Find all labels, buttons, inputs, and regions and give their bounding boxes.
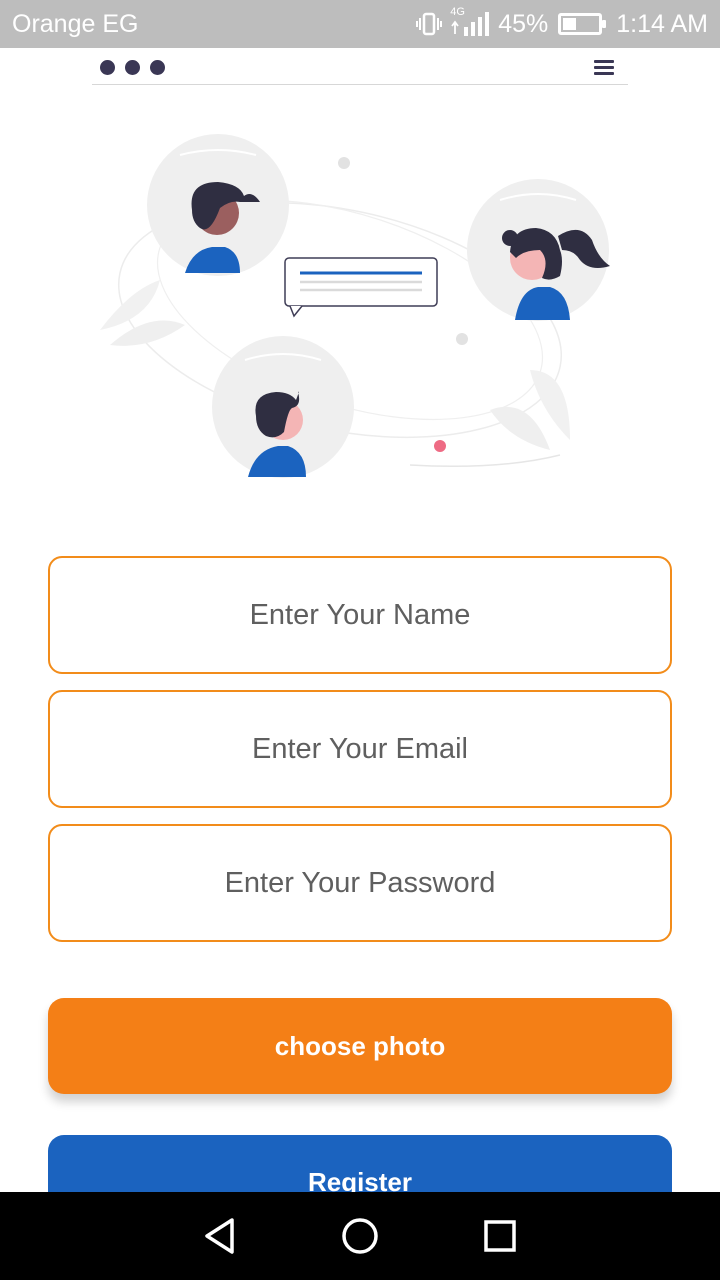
home-circle-icon[interactable] [330, 1206, 390, 1266]
email-field[interactable] [50, 732, 670, 766]
password-field[interactable] [50, 866, 670, 900]
recents-square-icon[interactable] [470, 1206, 530, 1266]
menu-line [594, 72, 614, 75]
password-field-container [48, 824, 672, 942]
dot [150, 60, 165, 75]
signal-icon: 4G [450, 6, 490, 38]
carrier-name: Orange EG [12, 9, 139, 38]
menu-line [594, 66, 614, 69]
name-field[interactable] [50, 598, 670, 632]
hamburger-menu-icon[interactable] [594, 60, 614, 76]
network-type: 4G [450, 6, 465, 18]
email-field-container [48, 690, 672, 808]
system-nav-bar [0, 1192, 720, 1280]
status-right: 4G 45% 1:14 AM [416, 6, 708, 39]
dot [125, 60, 140, 75]
choose-photo-button[interactable]: choose photo [48, 998, 672, 1094]
three-dots-icon[interactable] [100, 60, 165, 75]
menu-line [594, 60, 614, 63]
status-bar: Orange EG 4G 45% 1:14 AM [0, 0, 720, 48]
back-triangle-icon[interactable] [190, 1206, 250, 1266]
battery-percent: 45% [498, 9, 549, 38]
app-header [92, 48, 628, 85]
vibrate-icon [416, 12, 443, 36]
clock: 1:14 AM [616, 9, 708, 38]
name-field-container [48, 556, 672, 674]
battery-level [563, 18, 577, 30]
people-chat-illustration [80, 110, 640, 500]
battery-icon [558, 13, 607, 35]
dot [100, 60, 115, 75]
